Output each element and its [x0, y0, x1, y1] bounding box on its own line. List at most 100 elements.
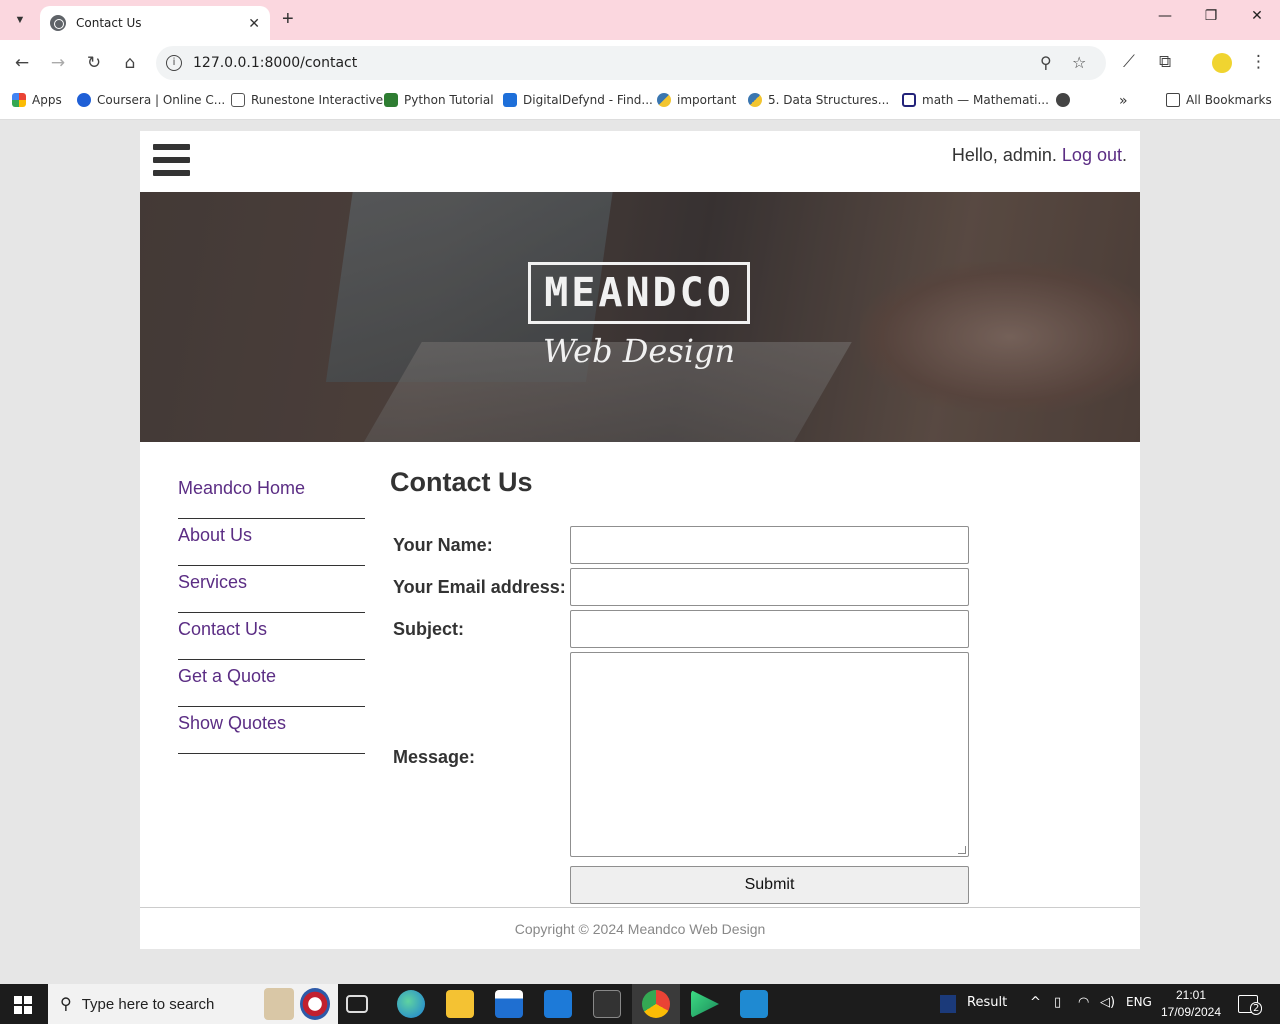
bookmark-python-tutorial[interactable]: Python Tutorial: [384, 93, 494, 107]
bookmark-math[interactable]: math — Mathemati...: [902, 93, 1049, 107]
extension-icon[interactable]: ⟋: [1123, 52, 1135, 72]
message-textarea[interactable]: [570, 652, 969, 857]
bookmark-apps[interactable]: Apps: [12, 93, 62, 107]
nav-about-us[interactable]: About Us: [178, 519, 365, 566]
site-header: Hello, admin. Log out.: [140, 131, 1140, 192]
bookmark-runestone[interactable]: Runestone Interactive: [231, 93, 383, 107]
url-text[interactable]: 127.0.0.1:8000/contact: [193, 55, 357, 71]
subject-label: Subject:: [393, 619, 465, 639]
hamburger-menu-icon[interactable]: [153, 144, 190, 176]
w3-icon: [384, 93, 398, 107]
nav-home[interactable]: Meandco Home: [178, 472, 365, 519]
resize-handle-icon[interactable]: [958, 846, 966, 854]
bookmark-digitaldefynd[interactable]: DigitalDefynd - Find...: [503, 93, 653, 107]
math-icon: [902, 93, 916, 107]
nav-show-quotes[interactable]: Show Quotes: [178, 707, 365, 754]
network-icon[interactable]: ◠: [1078, 995, 1089, 1010]
extensions-puzzle-icon[interactable]: ⧉: [1159, 52, 1171, 72]
android-studio-icon[interactable]: [691, 990, 719, 1018]
clock-time: 21:01: [1175, 988, 1207, 1002]
close-tab-icon[interactable]: ✕: [248, 15, 260, 32]
bookmark-important[interactable]: important: [657, 93, 736, 107]
folder-icon: [1166, 93, 1180, 107]
back-icon[interactable]: ←: [11, 52, 33, 74]
bookmark-label: math — Mathemati...: [922, 93, 1049, 107]
home-icon[interactable]: ⌂: [119, 52, 141, 74]
clipboard-icon[interactable]: [264, 988, 294, 1020]
site-logo: MEANDCO: [528, 262, 750, 324]
device-icon[interactable]: ▯: [1054, 995, 1061, 1010]
tab-search-chevron-icon[interactable]: ▼: [8, 8, 32, 32]
chrome-icon[interactable]: [642, 990, 670, 1018]
email-input[interactable]: [570, 568, 969, 606]
browser-tab[interactable]: Contact Us ✕: [40, 6, 270, 40]
nav-services[interactable]: Services: [178, 566, 365, 613]
name-label: Your Name:: [393, 535, 493, 555]
profile-avatar[interactable]: [1212, 53, 1232, 73]
site-footer: Copyright © 2024 Meandco Web Design: [140, 907, 1140, 949]
result-label[interactable]: Result: [967, 995, 1007, 1010]
restore-icon[interactable]: ❐: [1196, 8, 1226, 24]
reload-icon[interactable]: ↻: [83, 52, 105, 74]
message-label: Message:: [393, 747, 476, 767]
name-input[interactable]: [570, 526, 969, 564]
coursera-icon: [77, 93, 91, 107]
language-indicator[interactable]: ENG: [1126, 995, 1152, 1009]
bookmark-data-structures[interactable]: 5. Data Structures...: [748, 93, 889, 107]
tab-title: Contact Us: [76, 16, 142, 30]
microsoft-store-icon[interactable]: [495, 990, 523, 1018]
nav-get-a-quote[interactable]: Get a Quote: [178, 660, 365, 707]
submit-button[interactable]: Submit: [570, 866, 969, 904]
bookmark-label: important: [677, 93, 737, 107]
new-tab-icon[interactable]: +: [282, 8, 294, 31]
greeting-period: .: [1121, 145, 1127, 165]
bookmark-label: Apps: [32, 93, 62, 107]
site-page: Hello, admin. Log out. MEANDCO Web Desig…: [140, 131, 1140, 949]
page-title: Contact Us: [390, 467, 533, 497]
nav-contact-us[interactable]: Contact Us: [178, 613, 365, 660]
forward-icon[interactable]: →: [47, 52, 69, 74]
system-clock[interactable]: 21:01 17/09/2024: [1160, 987, 1222, 1021]
site-info-icon[interactable]: i: [166, 55, 182, 71]
globe-icon: [1056, 93, 1070, 107]
logout-link[interactable]: Log out: [1062, 145, 1122, 165]
all-bookmarks-label: All Bookmarks: [1186, 93, 1272, 107]
nfl-icon[interactable]: [940, 995, 956, 1013]
windows-start-icon[interactable]: [14, 996, 32, 1014]
bookmark-label: Runestone Interactive: [251, 93, 384, 107]
terminal-icon[interactable]: [593, 990, 621, 1018]
subject-input[interactable]: [570, 610, 969, 648]
minimize-icon[interactable]: —: [1150, 8, 1180, 24]
close-window-icon[interactable]: ✕: [1242, 8, 1272, 24]
bookmark-label: DigitalDefynd - Find...: [523, 93, 653, 107]
more-bookmarks-icon[interactable]: »: [1119, 93, 1128, 109]
task-view-icon[interactable]: [346, 995, 368, 1013]
side-navigation: Meandco Home About Us Services Contact U…: [178, 472, 365, 754]
address-bar[interactable]: i 127.0.0.1:8000/contact ⚲ ☆: [156, 46, 1106, 80]
mail-icon[interactable]: [544, 990, 572, 1018]
runestone-icon: [231, 93, 245, 107]
all-bookmarks[interactable]: All Bookmarks: [1166, 93, 1272, 107]
search-icon: ⚲: [60, 996, 72, 1013]
python-icon: [748, 93, 762, 107]
site-logo-subtitle: Web Design: [542, 332, 736, 370]
email-label: Your Email address:: [393, 577, 566, 597]
windows-taskbar: ⚲ Type here to search Result ^ ▯ ◠ ◁) EN…: [0, 984, 1280, 1024]
volume-icon[interactable]: ◁): [1100, 995, 1115, 1010]
bookmark-coursera[interactable]: Coursera | Online C...: [77, 93, 225, 107]
vscode-icon[interactable]: [740, 990, 768, 1018]
show-hidden-icons-icon[interactable]: ^: [1030, 995, 1041, 1010]
edge-icon[interactable]: [397, 990, 425, 1018]
digitaldefynd-icon: [503, 93, 517, 107]
zoom-icon[interactable]: ⚲: [1040, 53, 1052, 72]
bookmark-star-icon[interactable]: ☆: [1072, 53, 1086, 72]
greeting-text: Hello, admin.: [951, 145, 1062, 165]
bookmark-label: Python Tutorial: [404, 93, 494, 107]
search-highlight-icon[interactable]: [300, 988, 330, 1020]
more-menu-icon[interactable]: ⋮: [1250, 52, 1267, 72]
bookmark-label: Coursera | Online C...: [97, 93, 226, 107]
taskbar-search[interactable]: ⚲ Type here to search: [48, 984, 338, 1024]
notification-count: 2: [1250, 1002, 1263, 1015]
file-explorer-icon[interactable]: [446, 990, 474, 1018]
bookmark-globe[interactable]: [1056, 93, 1076, 107]
